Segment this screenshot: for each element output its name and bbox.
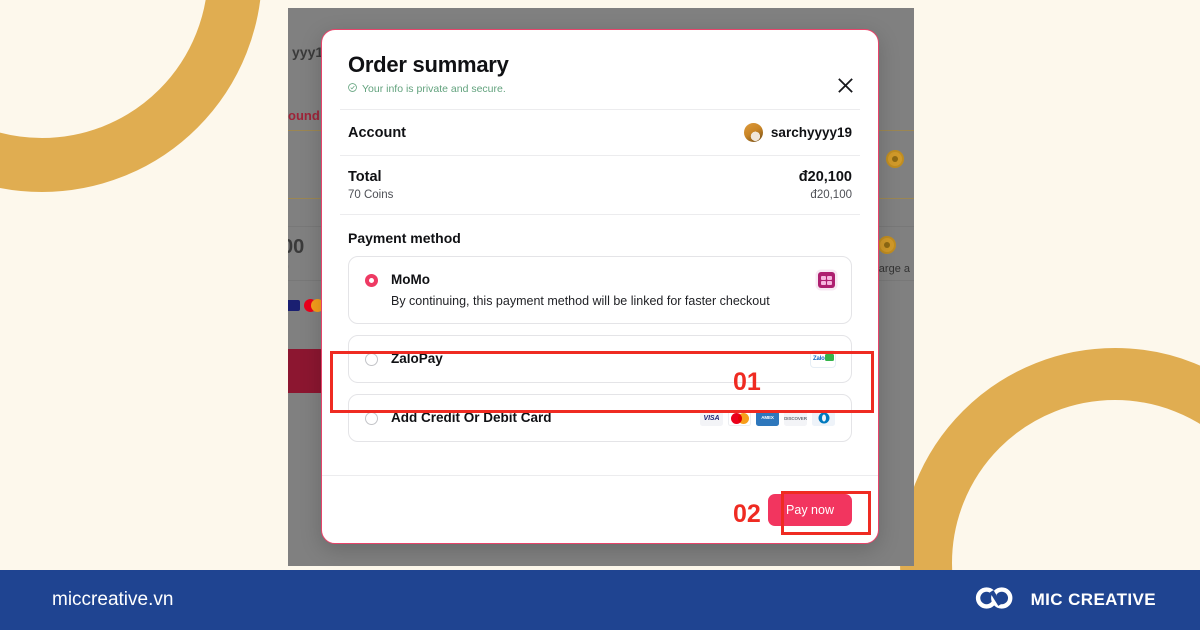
payment-method-list: MoMo By continuing, this payment method …	[322, 256, 878, 442]
discover-icon: DISCOVER	[784, 410, 807, 426]
avatar	[743, 123, 763, 142]
background-charge-text: arge a	[878, 263, 910, 275]
modal-header: Order summary Your info is private and s…	[322, 30, 878, 109]
total-label: Total	[348, 169, 382, 185]
diners-club-icon	[812, 410, 835, 426]
card-brand-list: VISA AMEX DISCOVER	[700, 410, 835, 426]
account-value: sarchyyyy19	[743, 123, 852, 142]
payment-option-label: MoMo	[391, 272, 430, 287]
radio-zalopay[interactable]	[365, 352, 378, 366]
payment-option-label: ZaloPay	[391, 351, 443, 366]
brand-lockup: MIC CREATIVE	[973, 585, 1156, 616]
total-row: Total đ20,100	[322, 156, 878, 189]
radio-credit-card[interactable]	[365, 411, 378, 425]
visa-card-icon	[288, 300, 300, 311]
payment-option-credit-card[interactable]: Add Credit Or Debit Card VISA AMEX DISCO…	[348, 394, 852, 442]
pay-now-button[interactable]: Pay now	[768, 493, 852, 526]
secure-note-label: Your info is private and secure.	[362, 83, 506, 95]
mastercard-icon	[728, 410, 751, 426]
secure-note: Your info is private and secure.	[348, 83, 852, 95]
account-label: Account	[348, 124, 406, 141]
zalopay-logo-mark	[824, 353, 834, 361]
total-amount: đ20,100	[798, 169, 852, 185]
payment-option-zalopay[interactable]: ZaloPay Zalo	[348, 335, 852, 383]
close-icon[interactable]	[832, 72, 858, 98]
mic-creative-knot-logo	[973, 585, 1017, 616]
payment-option-description: By continuing, this payment method will …	[391, 294, 770, 308]
radio-momo[interactable]	[365, 274, 378, 287]
line-item-label: 70 Coins	[348, 189, 394, 201]
modal-footer: Pay now	[322, 475, 878, 543]
account-username: sarchyyyy19	[770, 125, 852, 140]
order-summary-modal: Order summary Your info is private and s…	[321, 29, 879, 544]
total-line-item-row: 70 Coins đ20,100	[322, 189, 878, 214]
page-title: Order summary	[348, 52, 509, 77]
momo-logo-icon	[818, 272, 835, 288]
visa-icon: VISA	[700, 410, 723, 426]
line-item-amount: đ20,100	[810, 189, 852, 201]
payment-method-heading: Payment method	[348, 230, 461, 246]
watermark-footer: miccreative.vn MIC CREATIVE	[0, 570, 1200, 630]
footer-website: miccreative.vn	[52, 589, 174, 610]
zalopay-logo-text: Zalo	[813, 356, 825, 362]
brand-name: MIC CREATIVE	[1030, 590, 1156, 609]
background-price-text: 00	[288, 236, 305, 258]
payment-option-label: Add Credit Or Debit Card	[391, 410, 552, 425]
amex-icon: AMEX	[756, 410, 779, 426]
coin-icon	[886, 150, 904, 168]
account-row: Account sarchyyyy19	[322, 110, 878, 155]
payment-option-momo[interactable]: MoMo By continuing, this payment method …	[348, 256, 852, 324]
background-price-sub-text: 0	[288, 260, 289, 274]
coin-icon	[878, 236, 896, 254]
zalopay-logo-icon: Zalo	[811, 351, 835, 367]
gold-arc-top-left	[0, 0, 262, 192]
check-circle-icon	[348, 83, 357, 95]
